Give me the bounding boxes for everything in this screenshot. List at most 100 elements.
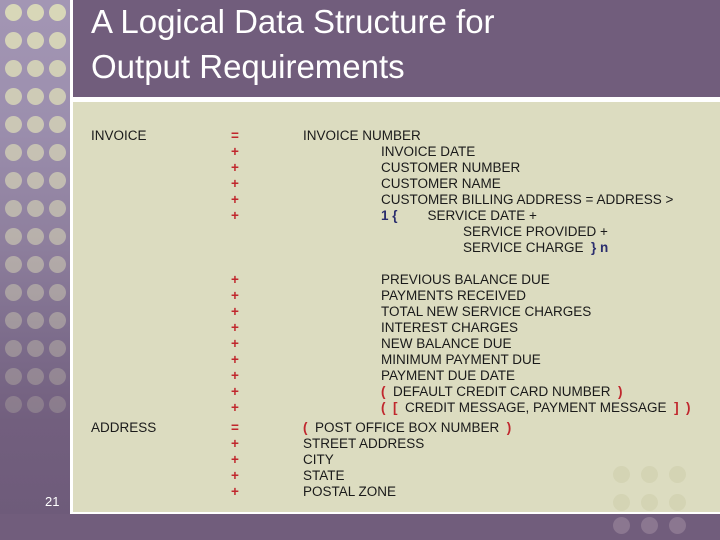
entity-name: INVOICE bbox=[91, 128, 147, 143]
decorative-dot bbox=[49, 256, 66, 273]
decorative-dot bbox=[27, 368, 44, 385]
close-paren: ] ) bbox=[666, 400, 691, 415]
structure-row: + PAYMENTS RECEIVED bbox=[73, 288, 720, 304]
open-paren: ( bbox=[303, 420, 315, 435]
row-value: POSTAL ZONE bbox=[303, 484, 396, 500]
decorative-dot bbox=[27, 340, 44, 357]
row-value: 1 { SERVICE DATE + bbox=[303, 208, 537, 224]
row-operator: + bbox=[231, 468, 239, 483]
decorative-dot bbox=[5, 340, 22, 357]
decorative-dot bbox=[27, 116, 44, 133]
entity-name: ADDRESS bbox=[91, 420, 157, 435]
structure-group: ADDRESS = ( POST OFFICE BOX NUMBER ) + STREE… bbox=[73, 420, 720, 500]
row-text: SERVICE PROVIDED + bbox=[463, 224, 608, 239]
structure-row: + CUSTOMER NAME bbox=[73, 176, 720, 192]
row-value: NEW BALANCE DUE bbox=[303, 336, 512, 352]
structure-row: + TOTAL NEW SERVICE CHARGES bbox=[73, 304, 720, 320]
decorative-dot bbox=[5, 228, 22, 245]
decorative-dot bbox=[27, 88, 44, 105]
row-value: CUSTOMER NUMBER bbox=[303, 160, 520, 176]
decorative-dot bbox=[27, 4, 44, 21]
decorative-dot bbox=[49, 312, 66, 329]
close-paren: ) bbox=[499, 420, 512, 435]
decorative-dot bbox=[27, 312, 44, 329]
open-paren: ( [ bbox=[381, 400, 405, 415]
structure-row: +1 { SERVICE DATE + bbox=[73, 208, 720, 224]
decorative-dot bbox=[5, 116, 22, 133]
decorative-dot bbox=[49, 368, 66, 385]
decorative-dot bbox=[49, 340, 66, 357]
decorative-dot bbox=[27, 256, 44, 273]
row-operator: + bbox=[231, 484, 239, 499]
row-text: PAYMENT DUE DATE bbox=[381, 368, 516, 383]
row-operator: + bbox=[231, 336, 239, 351]
decorative-dot bbox=[641, 466, 658, 483]
decorative-dot bbox=[27, 172, 44, 189]
decorative-dot bbox=[5, 88, 22, 105]
decorative-dot bbox=[27, 60, 44, 77]
row-operator: + bbox=[231, 320, 239, 335]
row-operator: + bbox=[231, 452, 239, 467]
row-value: INVOICE DATE bbox=[303, 144, 475, 160]
decorative-dot bbox=[613, 494, 630, 511]
row-value: PAYMENTS RECEIVED bbox=[303, 288, 526, 304]
decorative-dot bbox=[49, 116, 66, 133]
decorative-dot bbox=[49, 396, 66, 413]
footer-band bbox=[0, 514, 720, 540]
decorative-dot bbox=[27, 228, 44, 245]
decorative-dot bbox=[5, 284, 22, 301]
decorative-dot bbox=[49, 4, 66, 21]
structure-row bbox=[73, 256, 720, 272]
row-value: STREET ADDRESS bbox=[303, 436, 424, 452]
row-text: PAYMENTS RECEIVED bbox=[381, 288, 527, 303]
row-text: POST OFFICE BOX NUMBER bbox=[315, 420, 500, 435]
decorative-dot bbox=[27, 200, 44, 217]
structure-row: + INVOICE DATE bbox=[73, 144, 720, 160]
row-text: INTEREST CHARGES bbox=[381, 320, 519, 335]
row-text: INVOICE NUMBER bbox=[303, 128, 421, 143]
row-operator: + bbox=[231, 368, 239, 383]
structure-row: + STREET ADDRESS bbox=[73, 436, 720, 452]
decorative-dot bbox=[5, 144, 22, 161]
page-number: 21 bbox=[45, 494, 60, 509]
decorative-dot bbox=[49, 200, 66, 217]
structure-row: + MINIMUM PAYMENT DUE bbox=[73, 352, 720, 368]
structure-row: + PREVIOUS BALANCE DUE bbox=[73, 272, 720, 288]
decorative-dot bbox=[27, 396, 44, 413]
row-operator: + bbox=[231, 352, 239, 367]
row-value: PAYMENT DUE DATE bbox=[303, 368, 515, 384]
entity-operator: = bbox=[231, 128, 239, 143]
decorative-dot bbox=[49, 228, 66, 245]
close-paren: ) bbox=[610, 384, 623, 399]
decorative-dot bbox=[5, 60, 22, 77]
row-text: CITY bbox=[303, 452, 334, 467]
row-value: SERVICE CHARGE } n bbox=[303, 240, 608, 256]
row-operator: + bbox=[231, 160, 239, 175]
decorative-dot bbox=[5, 32, 22, 49]
row-value: ( [ CREDIT MESSAGE, PAYMENT MESSAGE ] ) bbox=[303, 400, 691, 416]
title-band: A Logical Data Structure for Output Requ… bbox=[73, 0, 720, 97]
repeat-gap bbox=[398, 208, 428, 223]
row-operator: + bbox=[231, 192, 239, 207]
decorative-dot bbox=[49, 172, 66, 189]
row-value: CUSTOMER NAME bbox=[303, 176, 501, 192]
decorative-dot bbox=[49, 60, 66, 77]
structure-group: INVOICE = INVOICE NUMBER + INVOICE DATE + CUST… bbox=[73, 128, 720, 416]
decorative-dot bbox=[613, 517, 630, 534]
row-text: CUSTOMER NAME bbox=[381, 176, 501, 191]
row-text: NEW BALANCE DUE bbox=[381, 336, 512, 351]
row-operator: + bbox=[231, 384, 239, 399]
row-value: TOTAL NEW SERVICE CHARGES bbox=[303, 304, 591, 320]
row-value: CUSTOMER BILLING ADDRESS = ADDRESS > bbox=[303, 192, 673, 208]
decorative-dot bbox=[641, 494, 658, 511]
row-text: TOTAL NEW SERVICE CHARGES bbox=[381, 304, 592, 319]
content-panel: INVOICE = INVOICE NUMBER + INVOICE DATE + CUST… bbox=[73, 102, 720, 512]
decorative-dot bbox=[5, 368, 22, 385]
row-text: INVOICE DATE bbox=[381, 144, 476, 159]
row-operator: + bbox=[231, 400, 239, 415]
decorative-dot bbox=[27, 284, 44, 301]
decorative-dot bbox=[49, 144, 66, 161]
decorative-dot bbox=[5, 4, 22, 21]
structure-row: + NEW BALANCE DUE bbox=[73, 336, 720, 352]
decorative-dot bbox=[49, 88, 66, 105]
